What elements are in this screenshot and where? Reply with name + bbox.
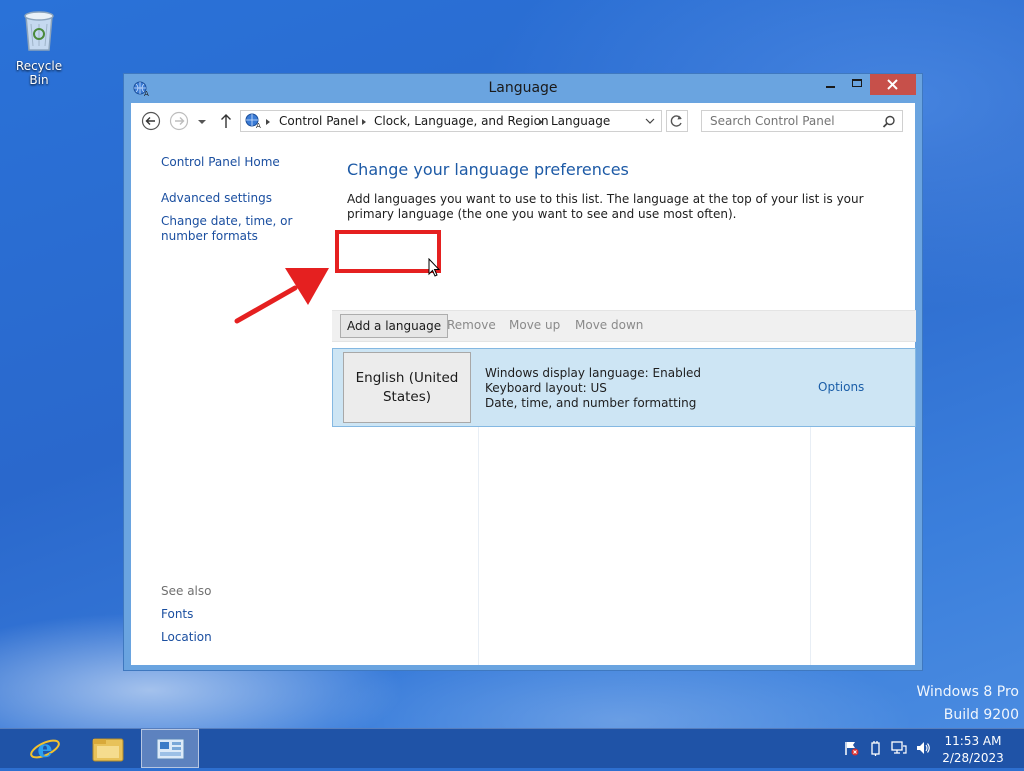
title-bar[interactable]: A Language xyxy=(124,74,922,102)
back-button[interactable] xyxy=(141,111,161,131)
red-arrow-annotation xyxy=(234,268,329,324)
remove-button[interactable]: Remove xyxy=(447,318,496,332)
refresh-button[interactable] xyxy=(666,110,688,132)
language-detail-display: Windows display language: Enabled xyxy=(485,366,702,380)
navigation-bar: A Control Panel Clock, Language, and Reg… xyxy=(131,103,915,143)
recycle-bin[interactable]: Recycle Bin xyxy=(6,6,72,87)
build-watermark: Build 9200 xyxy=(943,707,1019,723)
taskbar-control-panel[interactable] xyxy=(141,729,199,768)
see-also-heading: See also xyxy=(161,584,212,598)
move-down-button[interactable]: Move down xyxy=(575,318,643,332)
minimize-icon xyxy=(826,86,835,88)
language-list: English (United States) Windows display … xyxy=(332,348,916,665)
up-button[interactable] xyxy=(217,111,235,131)
language-row-english-us[interactable]: English (United States) Windows display … xyxy=(332,348,916,427)
recycle-bin-icon xyxy=(24,11,54,51)
highlight-box-annotation xyxy=(335,230,441,273)
breadcrumb-separator-icon[interactable] xyxy=(266,119,270,125)
address-bar[interactable]: A Control Panel Clock, Language, and Reg… xyxy=(240,110,662,132)
up-arrow-icon xyxy=(221,114,231,128)
breadcrumb-separator-icon[interactable] xyxy=(539,119,543,125)
close-icon xyxy=(887,79,898,90)
svg-text:e: e xyxy=(37,734,52,763)
window-content: A Control Panel Clock, Language, and Reg… xyxy=(131,103,916,665)
control-panel-home-link[interactable]: Control Panel Home xyxy=(161,155,280,170)
breadcrumb-separator-icon[interactable] xyxy=(362,119,366,125)
language-toolbar: Add a language Remove Move up Move down xyxy=(332,310,916,342)
forward-button[interactable] xyxy=(169,111,189,131)
network-icon xyxy=(891,741,907,754)
location-link[interactable]: Location xyxy=(161,630,212,645)
tray-volume[interactable] xyxy=(915,740,931,756)
breadcrumb-language[interactable]: Language xyxy=(551,114,610,128)
clock-date[interactable]: 2/28/2023 xyxy=(934,751,1012,765)
fonts-link[interactable]: Fonts xyxy=(161,607,193,622)
move-up-button[interactable]: Move up xyxy=(509,318,560,332)
internet-explorer-icon: e xyxy=(30,734,60,763)
minimize-button[interactable] xyxy=(818,74,844,95)
recent-locations-button[interactable] xyxy=(195,111,209,131)
language-icon: A xyxy=(245,113,261,129)
taskbar-internet-explorer[interactable]: e xyxy=(16,729,74,768)
os-watermark: Windows 8 Pro xyxy=(916,684,1019,700)
maximize-icon xyxy=(852,79,862,87)
refresh-icon xyxy=(670,115,682,127)
maximize-button[interactable] xyxy=(844,74,870,95)
svg-text:A: A xyxy=(256,122,261,129)
forward-arrow-icon xyxy=(169,111,189,131)
tray-network[interactable] xyxy=(891,740,907,756)
back-arrow-icon xyxy=(141,111,161,131)
language-detail-keyboard: Keyboard layout: US xyxy=(485,381,607,395)
recycle-bin-label: Recycle Bin xyxy=(15,59,63,87)
search-input[interactable] xyxy=(702,111,880,131)
language-window: A Language A Control Panel Clock, Langua… xyxy=(123,73,923,671)
taskbar-file-explorer[interactable] xyxy=(79,729,137,768)
add-language-button[interactable]: Add a language xyxy=(340,314,449,338)
close-button[interactable] xyxy=(870,74,916,95)
file-explorer-icon xyxy=(92,738,124,762)
language-options-link[interactable]: Options xyxy=(818,380,864,394)
speaker-icon xyxy=(917,742,930,754)
address-dropdown-icon[interactable] xyxy=(645,116,655,126)
taskbar: e 11:53 AM 2/28/2023 xyxy=(0,728,1024,768)
control-panel-icon xyxy=(156,738,185,760)
search-icon[interactable] xyxy=(882,115,896,129)
mouse-cursor-icon xyxy=(428,258,440,277)
language-name-tile[interactable]: English (United States) xyxy=(343,352,471,423)
window-title: Language xyxy=(488,80,558,96)
clock-time[interactable]: 11:53 AM xyxy=(934,734,1012,748)
chevron-down-icon xyxy=(198,120,206,124)
power-plug-icon xyxy=(871,741,880,756)
breadcrumb-clock-language-region[interactable]: Clock, Language, and Region xyxy=(374,114,549,128)
language-detail-formatting: Date, time, and number formatting xyxy=(485,396,697,410)
page-title: Change your language preferences xyxy=(347,160,629,179)
tray-action-center[interactable] xyxy=(843,740,859,756)
breadcrumb-control-panel[interactable]: Control Panel xyxy=(279,114,359,128)
flag-icon xyxy=(845,742,859,756)
advanced-settings-link[interactable]: Advanced settings xyxy=(161,191,272,206)
tray-power[interactable] xyxy=(867,740,883,756)
page-description: Add languages you want to use to this li… xyxy=(347,192,864,221)
search-box[interactable] xyxy=(701,110,903,132)
